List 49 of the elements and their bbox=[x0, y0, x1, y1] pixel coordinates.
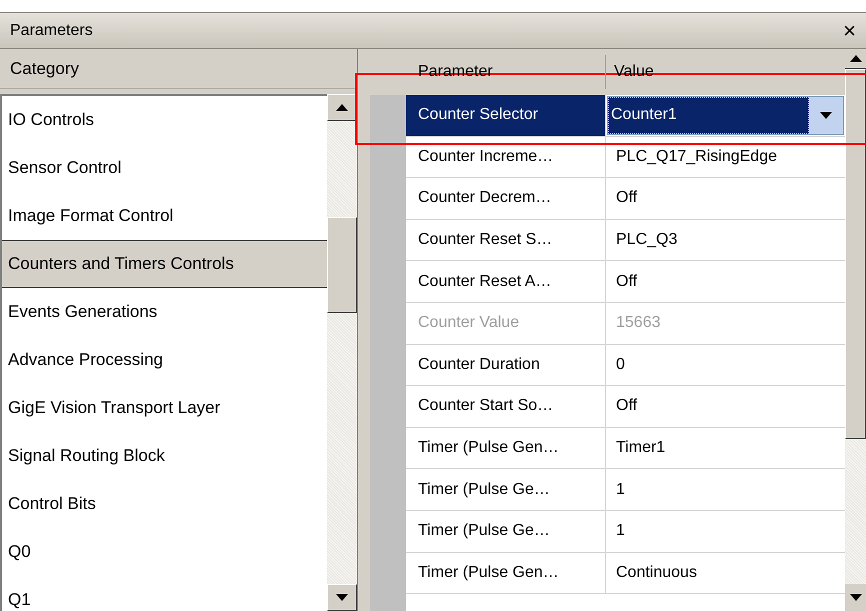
scroll-thumb[interactable] bbox=[845, 69, 866, 439]
parameter-cell: Counter Reset A… bbox=[406, 261, 606, 303]
scroll-down-button[interactable] bbox=[327, 584, 357, 611]
scroll-thumb[interactable] bbox=[327, 217, 357, 313]
down-arrow-icon bbox=[850, 594, 862, 601]
value-cell: Off bbox=[606, 261, 845, 303]
parameter-cell: Counter Duration bbox=[406, 344, 606, 386]
value-cell: Timer1 bbox=[606, 428, 845, 470]
parameter-cell: Counter Value bbox=[406, 302, 606, 345]
value-cell: Off bbox=[606, 178, 845, 220]
value-cell: 1 bbox=[606, 469, 845, 511]
value-dropdown[interactable]: Counter1 bbox=[606, 95, 845, 137]
up-arrow-icon bbox=[850, 55, 862, 62]
category-item[interactable]: Q1 bbox=[2, 576, 327, 611]
category-item[interactable]: Sensor Control bbox=[2, 144, 327, 192]
category-item[interactable]: Q0 bbox=[2, 528, 327, 576]
value-cell: 0 bbox=[606, 344, 845, 386]
up-arrow-icon bbox=[336, 104, 348, 111]
dropdown-button[interactable] bbox=[809, 97, 843, 134]
dropdown-value: Counter1 bbox=[608, 97, 809, 134]
category-item[interactable]: Events Generations bbox=[2, 288, 327, 336]
category-item[interactable]: Advance Processing bbox=[2, 336, 327, 384]
category-item[interactable]: Image Format Control bbox=[2, 192, 327, 240]
category-item[interactable]: Signal Routing Block bbox=[2, 432, 327, 480]
parameter-cell: Timer (Pulse Gen… bbox=[406, 552, 606, 594]
category-item[interactable]: Control Bits bbox=[2, 480, 327, 528]
value-cell: 1 bbox=[606, 510, 845, 553]
parameter-cell: Counter Decrem… bbox=[406, 178, 606, 220]
value-cell: Off bbox=[606, 386, 845, 428]
parameter-cell: Counter Start So… bbox=[406, 386, 606, 428]
category-item[interactable]: GigE Vision Transport Layer bbox=[2, 384, 327, 432]
value-cell: Continuous bbox=[606, 552, 845, 594]
window-title: Parameters bbox=[10, 20, 93, 40]
down-arrow-icon bbox=[336, 594, 348, 601]
parameter-cell: Timer (Pulse Gen… bbox=[406, 428, 606, 470]
parameter-cell: Counter Reset S… bbox=[406, 220, 606, 262]
value-cell: 15663 bbox=[606, 302, 845, 345]
parameter-cell: Timer (Pulse Ge… bbox=[406, 469, 606, 511]
value-cell: PLC_Q17_RisingEdge bbox=[606, 136, 845, 178]
value-cell: PLC_Q3 bbox=[606, 220, 845, 262]
parameter-cell: Counter Selector bbox=[406, 95, 606, 137]
dropdown-arrow-icon bbox=[820, 112, 832, 119]
category-item[interactable]: IO Controls bbox=[2, 96, 327, 144]
parameter-cell: Timer (Pulse Ge… bbox=[406, 510, 606, 553]
close-button[interactable]: × bbox=[843, 20, 856, 42]
scroll-down-button[interactable] bbox=[845, 584, 866, 611]
scroll-up-button[interactable] bbox=[845, 49, 866, 69]
parameter-cell: Counter Increme… bbox=[406, 136, 606, 178]
category-item[interactable]: Counters and Timers Controls bbox=[2, 240, 327, 288]
